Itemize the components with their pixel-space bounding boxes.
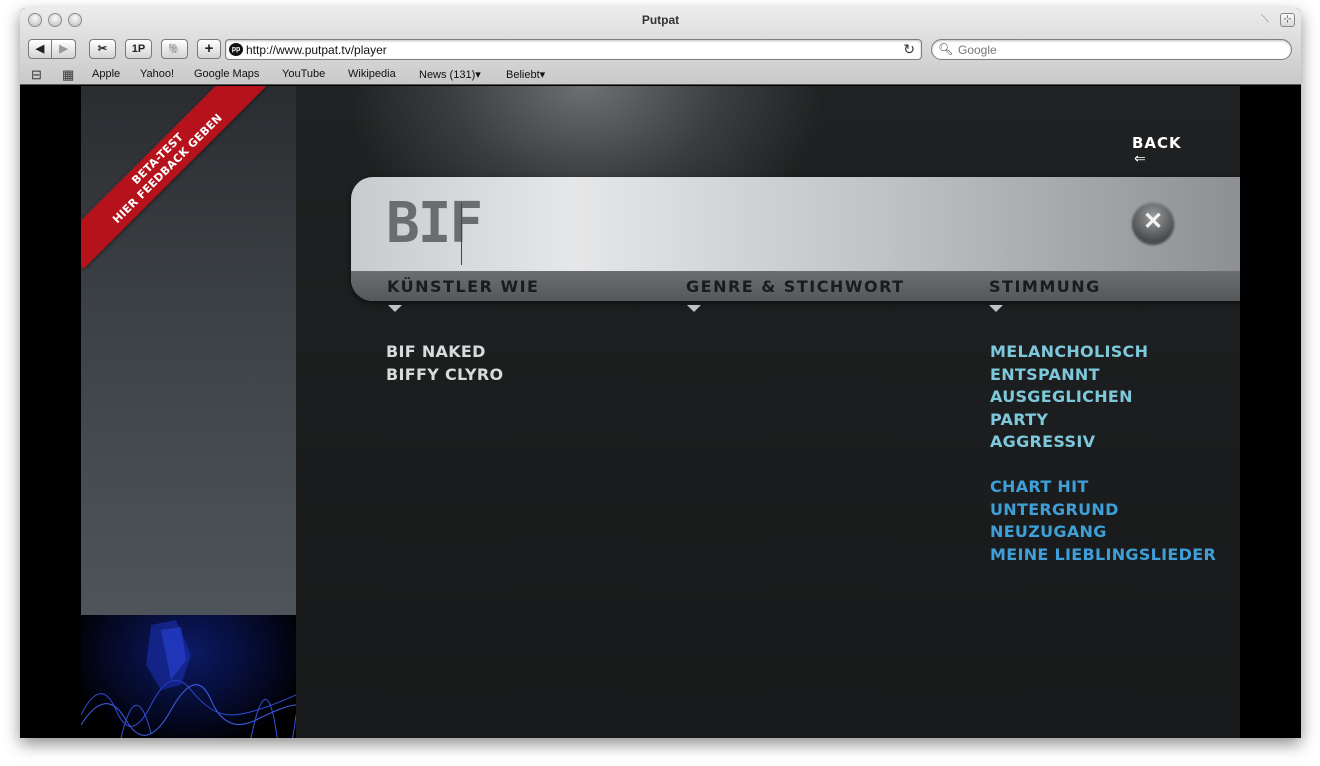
tag-item[interactable]: NEUZUGANG xyxy=(990,522,1107,541)
toolbar-toggle-button[interactable]: ⊹ xyxy=(1280,13,1295,27)
mood-item[interactable]: PARTY xyxy=(990,410,1048,429)
bookmark-google-maps[interactable]: Google Maps xyxy=(194,68,259,80)
text-caret xyxy=(461,203,462,265)
snippet-icon: ✂ xyxy=(97,43,108,55)
artists-column-header: KÜNSTLER WIE xyxy=(387,277,540,296)
bookmarks-bar: ⊟ ▦ Apple Yahoo! Google Maps YouTube Wik… xyxy=(20,65,1301,84)
genre-dropdown-arrow-icon xyxy=(687,305,701,312)
left-panel xyxy=(81,86,296,615)
music-visualizer-image xyxy=(81,615,296,738)
back-button[interactable]: ◀ xyxy=(28,39,52,59)
bookmark-yahoo[interactable]: Yahoo! xyxy=(140,68,174,80)
player-main: BACK ⇐ BIF ✕ KÜNSTLER WIE GENRE & STICHW… xyxy=(296,86,1240,738)
add-bookmark-button[interactable]: + xyxy=(197,39,221,59)
window-title: Putpat xyxy=(641,13,680,27)
resize-grip-icon: ⟍ xyxy=(1261,13,1269,25)
mood-dropdown-arrow-icon xyxy=(989,305,1003,312)
bookmark-wikipedia[interactable]: Wikipedia xyxy=(348,68,396,80)
evernote-icon: 🐘 xyxy=(168,44,181,55)
url-text: http://www.putpat.tv/player xyxy=(246,43,387,57)
mood-item[interactable]: AUSGEGLICHEN xyxy=(990,387,1133,406)
snippet-button[interactable]: ✂ xyxy=(89,39,116,59)
genre-column-header: GENRE & STICHWORT xyxy=(686,277,905,296)
reload-icon[interactable]: ↻ xyxy=(903,41,915,58)
mood-item[interactable]: MELANCHOLISCH xyxy=(990,342,1148,361)
left-column: BETA-TEST HIER FEEDBACK GEBEN xyxy=(81,86,296,738)
bookmark-youtube[interactable]: YouTube xyxy=(282,68,325,80)
search-icon: 🔍︎ xyxy=(938,42,954,56)
back-arrow-icon[interactable]: ⇐ xyxy=(1134,150,1146,167)
music-search-bar[interactable]: BIF ✕ KÜNSTLER WIE GENRE & STICHWORT STI… xyxy=(351,177,1240,301)
tag-item[interactable]: MEINE LIEBLINGSLIEDER xyxy=(990,545,1216,564)
tag-item[interactable]: UNTERGRUND xyxy=(990,500,1119,519)
top-sites-grid-icon[interactable]: ▦ xyxy=(62,67,74,83)
onepassword-label: 1P xyxy=(131,43,146,55)
evernote-button[interactable]: 🐘 xyxy=(161,39,188,59)
close-icon: ✕ xyxy=(1142,208,1164,235)
plus-icon: + xyxy=(204,40,214,57)
artist-result-item[interactable]: BIFFY CLYRO xyxy=(386,365,503,384)
forward-arrow-icon: ▶ xyxy=(59,43,68,55)
search-query-text[interactable]: BIF xyxy=(386,191,483,256)
search-placeholder: Google xyxy=(958,43,997,57)
clear-search-button[interactable]: ✕ xyxy=(1132,202,1174,244)
bookmark-apple[interactable]: Apple xyxy=(92,68,120,80)
artist-result-item[interactable]: BIF NAKED xyxy=(386,342,486,361)
visualizer-waves xyxy=(81,620,296,738)
right-gutter xyxy=(1240,86,1301,738)
forward-button[interactable]: ▶ xyxy=(52,39,76,59)
mood-item[interactable]: ENTSPANNT xyxy=(990,365,1100,384)
browser-chrome: Putpat ⟍ ⊹ ◀ ▶ ✂ 1P 🐘 + pp http://www.pu… xyxy=(20,8,1301,85)
search-field[interactable]: 🔍︎ Google xyxy=(931,39,1292,60)
mood-column-header: STIMMUNG xyxy=(989,277,1101,296)
bookmark-news-folder[interactable]: News (131)▾ xyxy=(419,68,481,81)
reading-list-icon[interactable]: ⊟ xyxy=(31,67,42,83)
tag-item[interactable]: CHART HIT xyxy=(990,477,1089,496)
address-bar[interactable]: pp http://www.putpat.tv/player ↻ xyxy=(225,39,922,60)
browser-window: Putpat ⟍ ⊹ ◀ ▶ ✂ 1P 🐘 + pp http://www.pu… xyxy=(20,8,1301,738)
mood-item[interactable]: AGGRESSIV xyxy=(990,432,1095,451)
site-favicon-icon: pp xyxy=(229,43,243,56)
back-arrow-icon: ◀ xyxy=(35,43,45,55)
title-bar: Putpat ⟍ ⊹ xyxy=(20,8,1301,32)
artists-dropdown-arrow-icon xyxy=(388,305,402,312)
bookmark-beliebt-folder[interactable]: Beliebt▾ xyxy=(506,68,545,81)
onepassword-button[interactable]: 1P xyxy=(125,39,152,59)
web-page: BETA-TEST HIER FEEDBACK GEBEN BACK ⇐ BIF xyxy=(20,86,1301,738)
